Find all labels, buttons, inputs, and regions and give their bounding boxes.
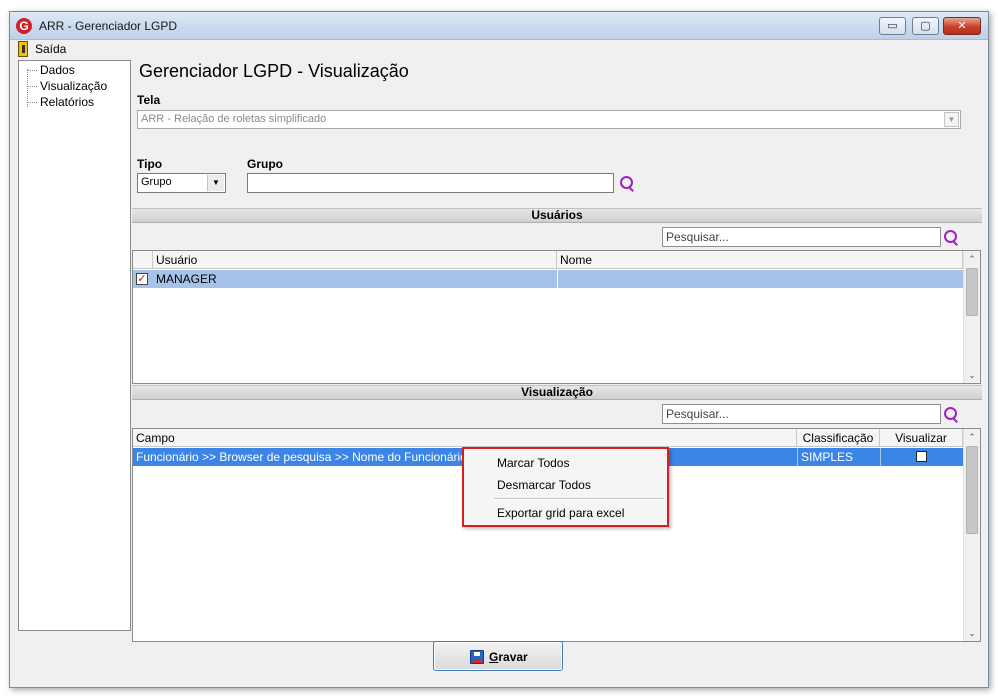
content-panel: Gerenciador LGPD - Visualização Tela ARR… bbox=[132, 60, 982, 642]
close-button[interactable]: ✕ bbox=[943, 17, 981, 35]
window-title: ARR - Gerenciador LGPD bbox=[39, 19, 178, 33]
tipo-label: Tipo bbox=[137, 157, 163, 171]
floppy-disk-icon bbox=[470, 650, 484, 664]
column-header-usuario[interactable]: Usuário bbox=[153, 251, 557, 268]
usuarios-search-input[interactable]: Pesquisar... bbox=[662, 227, 941, 247]
main-window: G ARR - Gerenciador LGPD ▭ ▢ ✕ Saída Dad… bbox=[9, 11, 989, 688]
scrollbar-thumb[interactable] bbox=[966, 268, 978, 316]
column-header-classificacao[interactable]: Classificação bbox=[797, 429, 880, 446]
tipo-select[interactable]: Grupo ▼ bbox=[137, 173, 226, 193]
cell-classificacao: SIMPLES bbox=[797, 448, 880, 466]
scroll-down-icon[interactable]: ⌄ bbox=[964, 625, 980, 641]
visualizacao-section-header: Visualização bbox=[132, 385, 982, 400]
context-menu: Marcar Todos Desmarcar Todos Exportar gr… bbox=[462, 447, 669, 527]
menu-exit[interactable]: Saída bbox=[35, 42, 66, 56]
scroll-up-icon[interactable]: ⌃ bbox=[964, 251, 980, 267]
scroll-up-icon[interactable]: ⌃ bbox=[964, 429, 980, 445]
tela-select[interactable]: ARR - Relação de roletas simplificado ▼ bbox=[137, 110, 961, 129]
exit-door-icon[interactable] bbox=[18, 41, 28, 57]
usuarios-section-header: Usuários bbox=[132, 208, 982, 223]
cell-visualizar bbox=[880, 448, 963, 466]
tree-item-visualizacao[interactable]: Visualização bbox=[26, 79, 107, 93]
menu-item-desmarcar-todos[interactable]: Desmarcar Todos bbox=[497, 478, 591, 492]
chevron-down-icon[interactable]: ▼ bbox=[207, 175, 224, 191]
usuarios-grid-header: Usuário Nome bbox=[133, 251, 963, 269]
column-header-campo[interactable]: Campo bbox=[133, 429, 797, 446]
scrollbar-thumb[interactable] bbox=[966, 446, 978, 534]
cell-nome bbox=[557, 270, 963, 288]
tela-value: ARR - Relação de roletas simplificado bbox=[141, 113, 327, 125]
app-logo-icon: G bbox=[16, 18, 32, 34]
visualizacao-scrollbar[interactable]: ⌃ ⌄ bbox=[963, 429, 980, 641]
visualizacao-grid-header: Campo Classificação Visualizar bbox=[133, 429, 963, 447]
page-title: Gerenciador LGPD - Visualização bbox=[139, 61, 409, 81]
save-button[interactable]: Gravar bbox=[433, 641, 563, 671]
menu-item-marcar-todos[interactable]: Marcar Todos bbox=[497, 456, 569, 470]
navigation-tree: Dados Visualização Relatórios bbox=[18, 60, 131, 631]
usuarios-grid: Usuário Nome ✓ MANAGER ⌃ ⌄ bbox=[132, 250, 981, 384]
grupo-search-icon[interactable] bbox=[619, 175, 635, 191]
grupo-input[interactable] bbox=[247, 173, 614, 193]
tipo-value: Grupo bbox=[141, 176, 172, 188]
tree-item-relatorios[interactable]: Relatórios bbox=[26, 95, 94, 109]
column-header-nome[interactable]: Nome bbox=[557, 251, 963, 268]
save-button-label: Gravar bbox=[489, 650, 528, 664]
row-checkbox[interactable]: ✓ bbox=[136, 273, 148, 285]
save-mnemonic: G bbox=[489, 650, 499, 664]
scroll-down-icon[interactable]: ⌄ bbox=[964, 367, 980, 383]
visualizar-checkbox[interactable] bbox=[916, 451, 927, 462]
grupo-label: Grupo bbox=[247, 157, 283, 171]
tela-label: Tela bbox=[137, 93, 161, 107]
save-label-rest: ravar bbox=[498, 650, 528, 664]
usuarios-scrollbar[interactable]: ⌃ ⌄ bbox=[963, 251, 980, 383]
chevron-down-icon[interactable]: ▼ bbox=[944, 112, 959, 127]
menu-item-exportar-excel[interactable]: Exportar grid para excel bbox=[497, 506, 624, 520]
usuarios-search-icon[interactable] bbox=[943, 229, 959, 245]
table-row[interactable]: ✓ MANAGER bbox=[133, 270, 963, 288]
column-header-visualizar[interactable]: Visualizar bbox=[880, 429, 963, 446]
menu-bar: Saída bbox=[10, 40, 988, 59]
cell-usuario: MANAGER bbox=[156, 272, 217, 286]
visualizacao-search-icon[interactable] bbox=[943, 406, 959, 422]
column-header-check bbox=[133, 251, 153, 268]
menu-separator bbox=[494, 498, 664, 500]
minimize-button[interactable]: ▭ bbox=[879, 17, 906, 35]
title-bar[interactable]: G ARR - Gerenciador LGPD ▭ ▢ ✕ bbox=[10, 12, 988, 40]
visualizacao-search-input[interactable]: Pesquisar... bbox=[662, 404, 941, 424]
tree-item-dados[interactable]: Dados bbox=[27, 63, 75, 77]
maximize-button[interactable]: ▢ bbox=[912, 17, 939, 35]
